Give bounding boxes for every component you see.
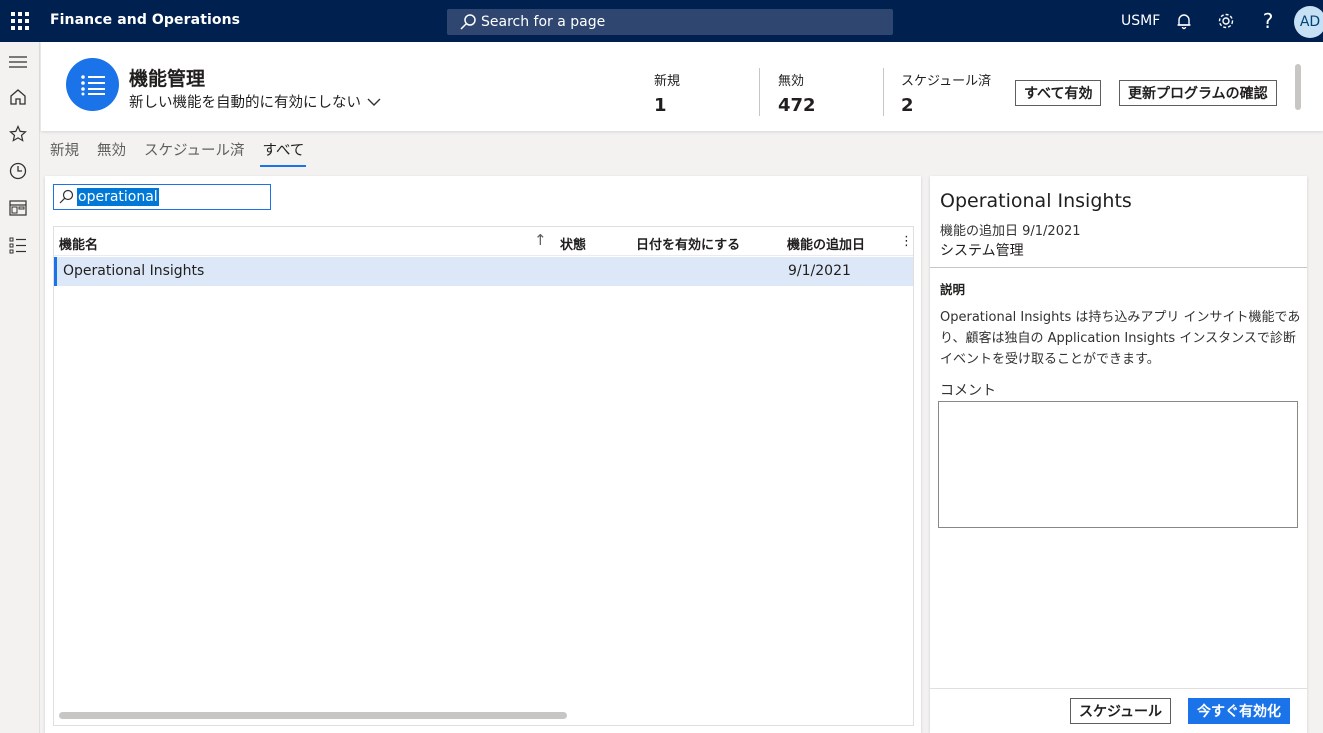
star-icon[interactable]: [8, 124, 28, 144]
grid-filter-input[interactable]: operational: [53, 184, 271, 210]
tab-new[interactable]: 新規: [50, 139, 79, 167]
stat-new[interactable]: 新規 1: [654, 70, 680, 116]
tab-all[interactable]: すべて: [260, 139, 307, 167]
app-name[interactable]: Finance and Operations: [50, 12, 240, 28]
clock-icon[interactable]: [8, 161, 28, 181]
stat-new-value: 1: [654, 95, 667, 116]
company-picker[interactable]: USMF: [1121, 13, 1160, 29]
check-updates-button[interactable]: 更新プログラムの確認: [1119, 80, 1277, 106]
grid-horizontal-scrollbar[interactable]: [59, 712, 567, 719]
divider: [930, 267, 1307, 268]
grid-header: 機能名 ↑ 状態 日付を有効にする 機能の追加日 ⋮: [54, 227, 913, 256]
stat-divider: [759, 68, 760, 116]
stat-scheduled-value: 2: [901, 95, 914, 116]
waffle-icon: [11, 12, 29, 30]
avatar[interactable]: AD: [1294, 6, 1323, 38]
app-launcher-button[interactable]: [0, 0, 40, 42]
column-header-enable-date[interactable]: 日付を有効にする: [636, 234, 740, 253]
description-text: Operational Insights は持ち込みアプリ インサイト機能であり…: [940, 310, 1301, 367]
chevron-down-icon: [367, 98, 381, 106]
stat-divider: [883, 68, 884, 116]
workspace-icon[interactable]: [8, 198, 28, 218]
detail-module: システム管理: [940, 243, 1024, 259]
description-label: 説明: [940, 282, 966, 297]
comment-textarea[interactable]: [938, 401, 1298, 528]
sort-ascending-icon[interactable]: ↑: [534, 231, 547, 249]
search-input[interactable]: Search for a page: [447, 9, 893, 35]
stat-disabled[interactable]: 無効 472: [778, 70, 816, 116]
page-header: 機能管理 新しい機能を自動的に有効にしない 新規 1 無効 472 スケジュール…: [41, 42, 1323, 131]
hamburger-icon[interactable]: [8, 52, 28, 72]
divider: [930, 688, 1307, 689]
schedule-button[interactable]: スケジュール: [1070, 698, 1172, 724]
search-icon: [460, 14, 476, 30]
auto-enable-dropdown[interactable]: 新しい機能を自動的に有効にしない: [129, 91, 381, 112]
stat-new-label: 新規: [654, 74, 681, 89]
modules-list-icon[interactable]: [8, 235, 28, 255]
bell-icon[interactable]: [1174, 11, 1194, 31]
stat-scheduled-label: スケジュール済: [901, 74, 992, 89]
tab-scheduled[interactable]: スケジュール済: [144, 139, 244, 167]
home-icon[interactable]: [8, 87, 28, 107]
enable-now-button[interactable]: 今すぐ有効化: [1188, 698, 1290, 724]
row-feature-name: Operational Insights: [63, 263, 205, 279]
table-row[interactable]: Operational Insights 9/1/2021: [54, 257, 913, 286]
feature-detail-panel: Operational Insights 機能の追加日 9/1/2021 システ…: [930, 176, 1307, 733]
feature-grid: 機能名 ↑ 状態 日付を有効にする 機能の追加日 ⋮ Operational I…: [53, 226, 914, 726]
feature-list-icon: [66, 58, 119, 111]
stat-scheduled[interactable]: スケジュール済 2: [901, 70, 991, 116]
stat-disabled-value: 472: [778, 95, 816, 116]
tab-disabled[interactable]: 無効: [97, 139, 126, 167]
row-added-date: 9/1/2021: [788, 263, 851, 279]
enable-all-button[interactable]: すべて有効: [1015, 80, 1102, 106]
search-icon: [59, 189, 74, 204]
left-nav-rail: [0, 42, 40, 733]
grid-filter-value: operational: [77, 188, 159, 206]
top-nav-bar: Finance and Operations Search for a page…: [0, 0, 1323, 42]
column-header-added-date[interactable]: 機能の追加日: [787, 234, 865, 253]
comment-label: コメント: [940, 383, 996, 399]
header-scrollbar[interactable]: [1295, 64, 1301, 110]
filter-tabs: 新規 無効 スケジュール済 すべて: [50, 139, 322, 167]
auto-enable-value: 新しい機能を自動的に有効にしない: [129, 95, 361, 111]
column-header-feature-name[interactable]: 機能名: [59, 234, 98, 253]
more-options-icon[interactable]: ⋮: [900, 234, 913, 249]
detail-title: Operational Insights: [940, 190, 1132, 212]
feature-grid-panel: operational 機能名 ↑ 状態 日付を有効にする 機能の追加日 ⋮ O…: [45, 176, 921, 733]
detail-added-date: 機能の追加日 9/1/2021: [940, 224, 1081, 239]
help-icon[interactable]: ?: [1258, 9, 1278, 33]
gear-icon[interactable]: [1216, 11, 1236, 31]
search-placeholder: Search for a page: [481, 14, 606, 30]
column-header-state[interactable]: 状態: [560, 234, 586, 253]
page-title: 機能管理: [129, 68, 206, 90]
stat-disabled-label: 無効: [778, 74, 805, 89]
